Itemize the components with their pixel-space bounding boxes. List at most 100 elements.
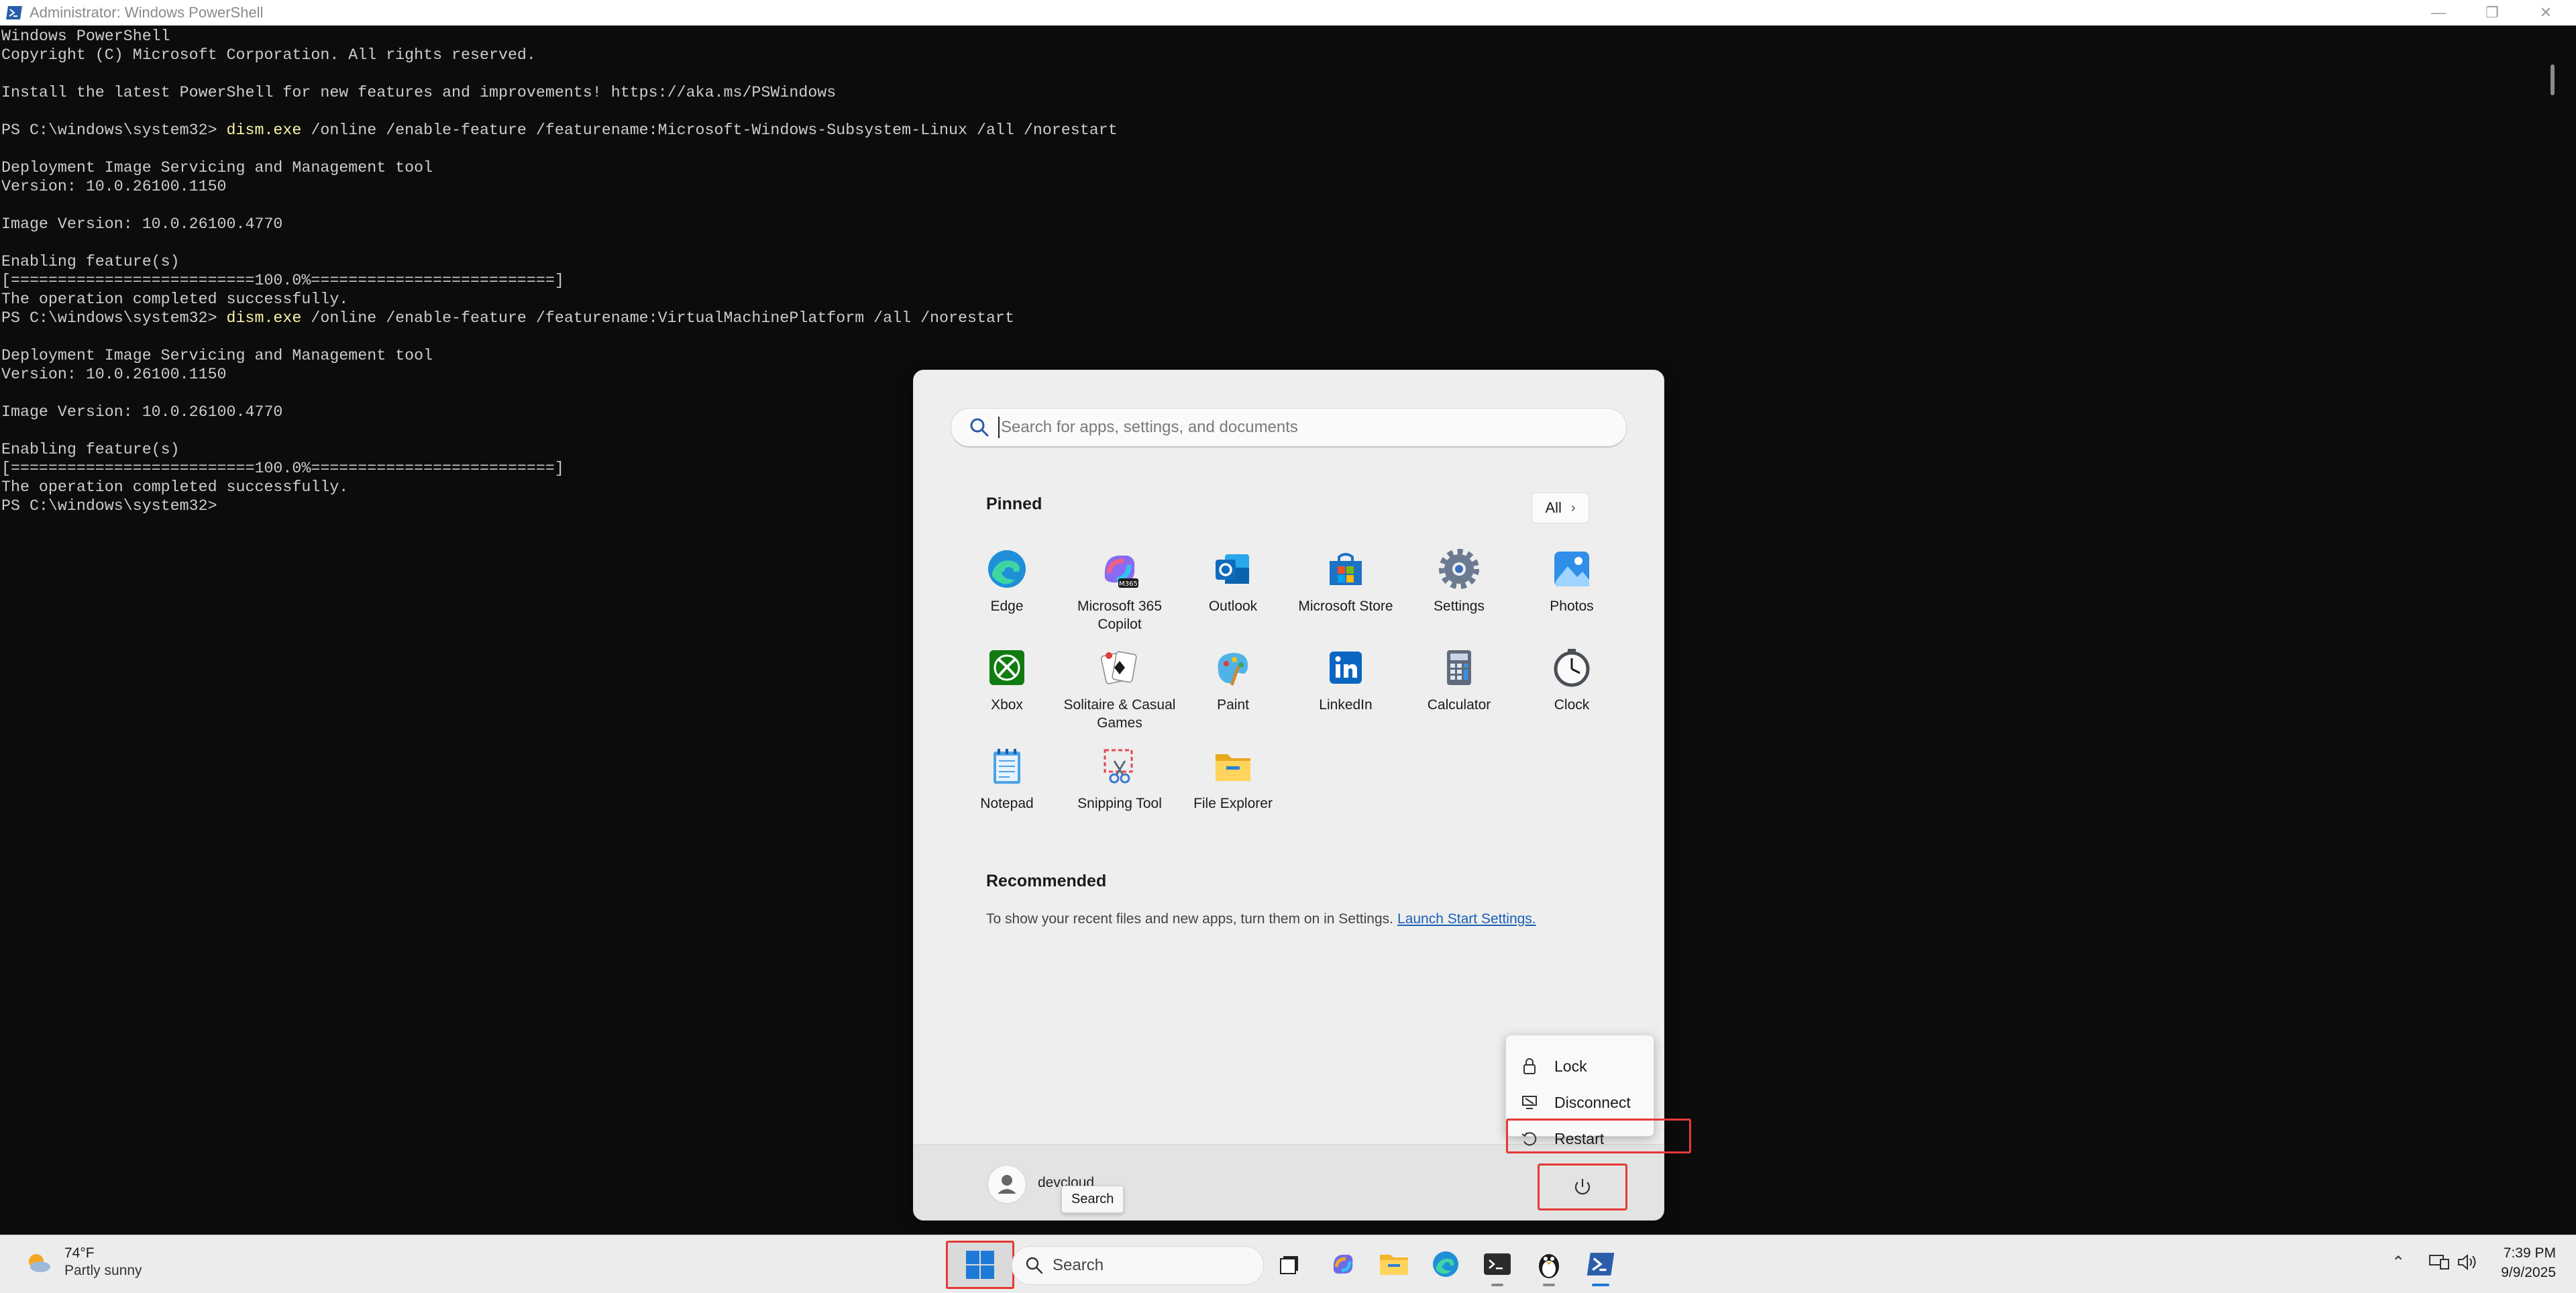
pinned-app-paint[interactable]: Paint	[1177, 646, 1289, 714]
power-menu-lock[interactable]: Lock	[1506, 1049, 1654, 1084]
powershell-icon	[6, 6, 22, 19]
terminal-line: Enabling feature(s)	[1, 441, 180, 458]
taskbar-search-label: Search	[1053, 1256, 1104, 1274]
minimize-button[interactable]: —	[2412, 0, 2465, 25]
chevron-right-icon: ›	[1570, 500, 1576, 515]
copilot-icon[interactable]	[1326, 1247, 1360, 1281]
linkedin-icon	[1330, 652, 1362, 684]
terminal-icon[interactable]	[1481, 1247, 1514, 1286]
pinned-app-label: Notepad	[980, 796, 1034, 811]
pinned-app-label: LinkedIn	[1319, 697, 1373, 713]
edge-icon[interactable]	[1429, 1247, 1462, 1281]
penguin-app-icon[interactable]	[1532, 1247, 1566, 1286]
pinned-app-notepad[interactable]: Notepad	[951, 745, 1063, 813]
terminal-text: Enabling feature(s)	[1, 253, 180, 270]
window-title: Administrator: Windows PowerShell	[30, 4, 264, 21]
clock-date: 9/9/2025	[2501, 1265, 2556, 1280]
lock-icon	[1523, 1058, 1536, 1074]
terminal-text: Enabling feature(s)	[1, 441, 180, 458]
pinned-app-xbox[interactable]: Xbox	[951, 646, 1063, 714]
pinned-app-microsoft-store[interactable]: Microsoft Store	[1289, 548, 1402, 615]
terminal-command: dism.exe	[226, 121, 302, 139]
file-explorer-icon[interactable]	[1377, 1247, 1411, 1281]
start-menu: Search for apps, settings, and documents…	[913, 370, 1664, 1221]
terminal-text: [==========================100.0%=======…	[1, 460, 564, 477]
search-icon	[970, 418, 989, 437]
start-button[interactable]	[946, 1241, 1014, 1289]
task-view-icon[interactable]	[1273, 1247, 1307, 1281]
terminal-line: Image Version: 10.0.26100.4770	[1, 403, 282, 421]
pinned-app-label: Photos	[1550, 599, 1594, 614]
volume-icon[interactable]	[2457, 1253, 2478, 1276]
terminal-line: Version: 10.0.26100.1150	[1, 366, 227, 383]
pinned-app-edge[interactable]: Edge	[951, 548, 1063, 615]
restart-highlight	[1506, 1119, 1691, 1153]
pinned-app-microsoft-365-copilot[interactable]: M365 Microsoft 365 Copilot	[1063, 548, 1176, 633]
clock-time: 7:39 PM	[2503, 1245, 2556, 1261]
power-icon	[1574, 1179, 1591, 1195]
terminal-line: Deployment Image Servicing and Managemen…	[1, 347, 433, 364]
terminal-text: Install the latest PowerShell for new fe…	[1, 84, 837, 101]
pinned-app-label: Snipping Tool	[1077, 796, 1162, 811]
terminal-text: Windows PowerShell	[1, 28, 170, 45]
disconnect-icon	[1522, 1096, 1537, 1109]
search-icon	[1026, 1257, 1043, 1274]
terminal-text: Image Version: 10.0.26100.4770	[1, 215, 283, 233]
weather-widget[interactable]: 74°F Partly sunny	[21, 1245, 142, 1280]
photos-icon	[1554, 552, 1589, 586]
paint-icon	[1218, 653, 1248, 686]
terminal-line: Install the latest PowerShell for new fe…	[1, 84, 836, 101]
pinned-app-solitaire-casual-games[interactable]: Solitaire & Casual Games	[1063, 646, 1176, 732]
taskbar-search[interactable]: Search	[1012, 1246, 1264, 1285]
text-caret	[998, 417, 1000, 438]
terminal-line: PS C:\windows\system32> dism.exe /online…	[1, 309, 1014, 327]
user-avatar[interactable]	[987, 1165, 1026, 1204]
pinned-app-snipping-tool[interactable]: Snipping Tool	[1063, 745, 1176, 813]
pinned-app-photos[interactable]: Photos	[1515, 548, 1628, 615]
weather-condition: Partly sunny	[64, 1263, 142, 1278]
terminal-prompt: PS C:\windows\system32>	[1, 309, 227, 327]
terminal-scrollbar[interactable]	[2551, 64, 2555, 95]
powershell-taskbar-icon[interactable]	[1584, 1247, 1617, 1286]
disconnect-label: Disconnect	[1554, 1093, 1631, 1111]
terminal-line: Copyright (C) Microsoft Corporation. All…	[1, 46, 536, 64]
network-icon[interactable]	[2428, 1253, 2450, 1276]
pinned-app-settings[interactable]: Settings	[1403, 548, 1515, 615]
terminal-text: Version: 10.0.26100.1150	[1, 178, 227, 195]
solitaire-icon	[1100, 651, 1137, 684]
pinned-app-label: Outlook	[1208, 599, 1258, 614]
terminal-line: PS C:\windows\system32> dism.exe /online…	[1, 121, 1118, 139]
pinned-app-linkedin[interactable]: LinkedIn	[1289, 646, 1402, 714]
restore-button[interactable]: ❐	[2465, 0, 2519, 25]
terminal-line: The operation completed successfully.	[1, 478, 348, 496]
pinned-app-calculator[interactable]: Calculator	[1403, 646, 1515, 714]
pinned-app-label: Solitaire & Casual Games	[1063, 697, 1176, 731]
recommended-title: Recommended	[986, 872, 1107, 890]
terminal-line: Enabling feature(s)	[1, 253, 180, 270]
clock-icon	[1554, 649, 1590, 687]
terminal-text: The operation completed successfully.	[1, 291, 349, 308]
taskbar: 74°F Partly sunny Search ⌃ 7:39 PM 9/9/2…	[0, 1235, 2576, 1293]
power-menu-disconnect[interactable]: Disconnect	[1506, 1085, 1654, 1120]
file-explorer-icon	[1216, 754, 1250, 781]
partly-sunny-icon	[29, 1254, 50, 1272]
launch-start-settings-link[interactable]: Launch Start Settings.	[1397, 911, 1536, 927]
pinned-app-outlook[interactable]: Outlook	[1177, 548, 1289, 615]
system-clock[interactable]: 7:39 PM 9/9/2025	[2489, 1243, 2556, 1282]
terminal-line: Image Version: 10.0.26100.4770	[1, 215, 282, 233]
terminal-text: Deployment Image Servicing and Managemen…	[1, 347, 433, 364]
settings-icon	[1439, 549, 1479, 589]
pinned-app-clock[interactable]: Clock	[1515, 646, 1628, 714]
terminal-text: Copyright (C) Microsoft Corporation. All…	[1, 46, 536, 64]
pinned-app-label: Edge	[990, 599, 1024, 614]
close-button[interactable]: ✕	[2519, 0, 2573, 25]
power-button[interactable]	[1538, 1163, 1627, 1210]
pinned-app-label: Paint	[1217, 697, 1249, 713]
start-search-box[interactable]: Search for apps, settings, and documents	[951, 408, 1627, 448]
show-hidden-icons-chevron-up-icon[interactable]: ⌃	[2392, 1253, 2405, 1272]
outlook-icon	[1216, 554, 1249, 584]
notepad-icon	[994, 749, 1020, 784]
pinned-app-label: Xbox	[991, 697, 1023, 713]
all-apps-button[interactable]: All ›	[1532, 493, 1589, 523]
pinned-app-file-explorer[interactable]: File Explorer	[1177, 745, 1289, 813]
